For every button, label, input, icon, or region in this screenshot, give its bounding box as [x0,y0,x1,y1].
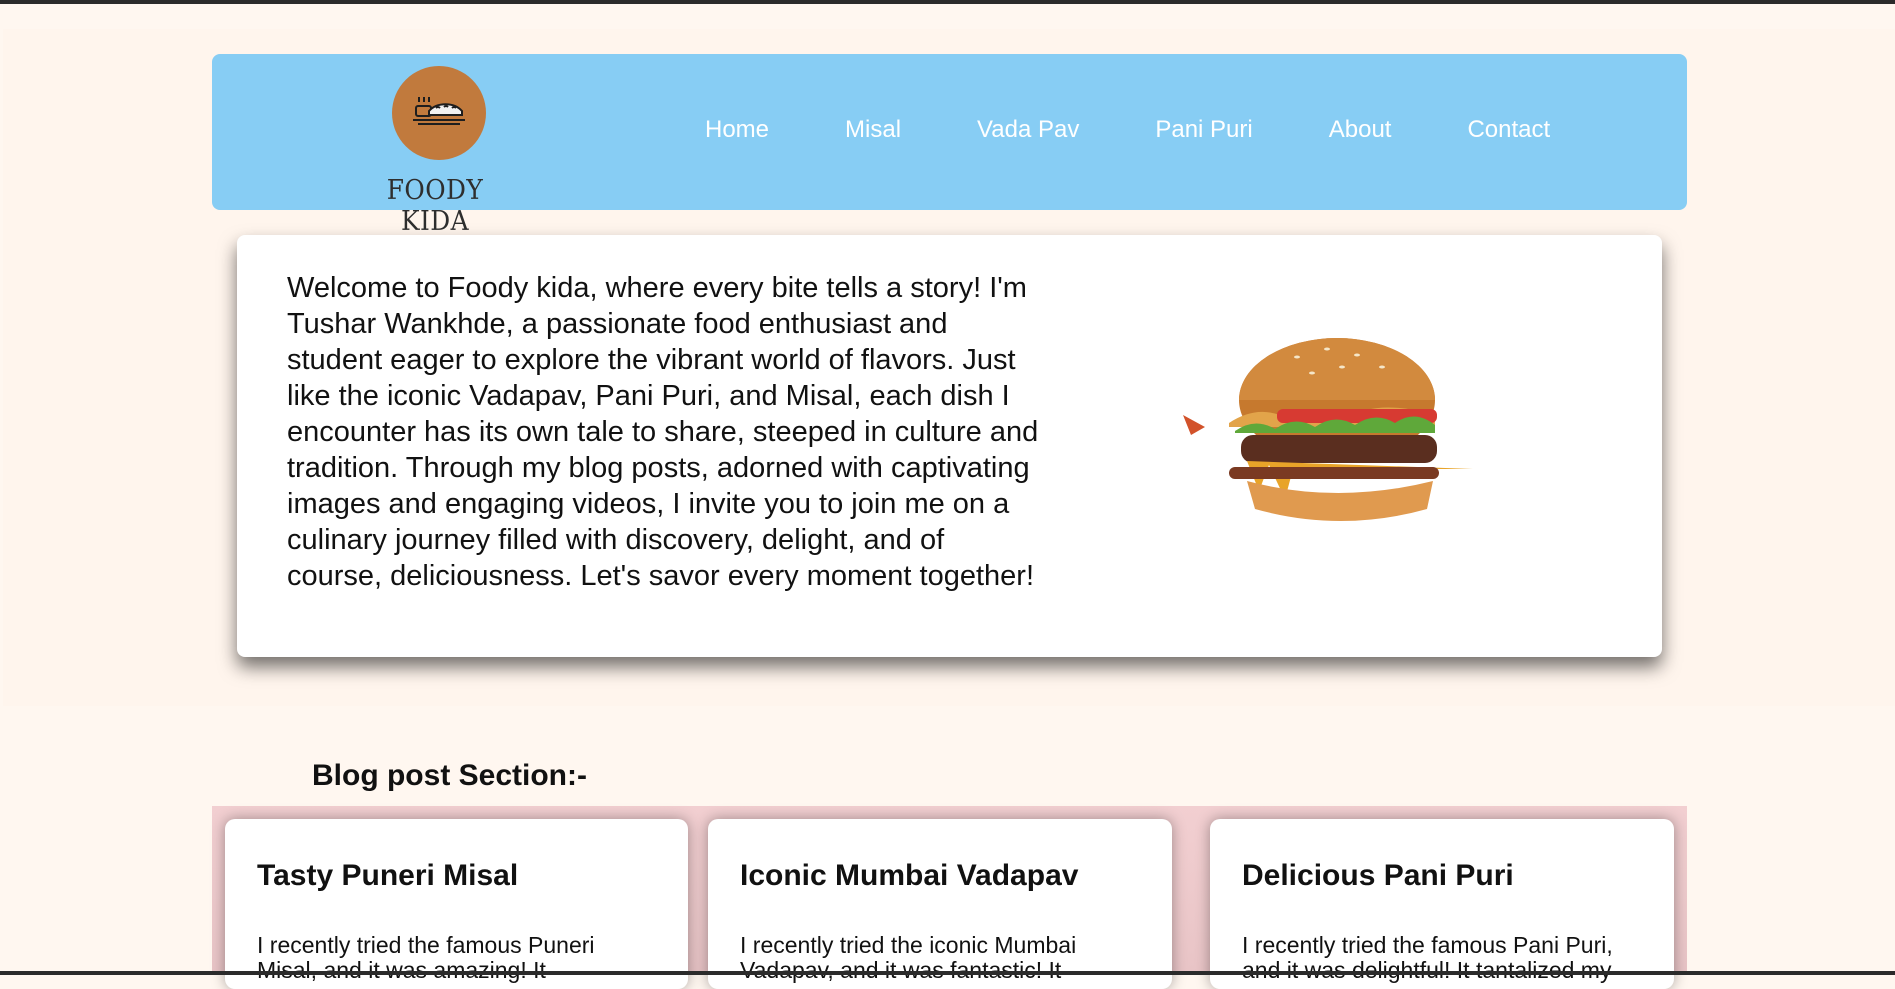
nav-contact[interactable]: Contact [1467,116,1550,144]
brand-name: FOODY KIDA [386,175,484,237]
site-header: FOODY KIDA Home Misal Vada Pav Pani Puri… [212,54,1687,237]
intro-text: Welcome to Foody kida, where every bite … [287,272,1039,592]
blog-card-text: I recently tried the famous Pani Puri, a… [1242,932,1613,983]
blog-card-text: I recently tried the famous Puneri Misal… [257,932,595,983]
intro-card: Welcome to Foody kida, where every bite … [237,235,1662,657]
blog-card-pani-puri[interactable]: Delicious Pani Puri I recently tried the… [1210,819,1674,989]
blog-card-vadapav[interactable]: Iconic Mumbai Vadapav I recently tried t… [708,819,1172,989]
nav-pani-puri[interactable]: Pani Puri [1155,116,1252,144]
blog-card-title: Tasty Puneri Misal [257,859,519,892]
nav-about[interactable]: About [1329,116,1392,144]
burger-image [1183,338,1473,521]
nav-vada-pav[interactable]: Vada Pav [977,116,1079,144]
nav-home[interactable]: Home [705,116,769,144]
blog-card-text: I recently tried the iconic Mumbai Vadap… [740,932,1077,983]
nav-misal[interactable]: Misal [845,116,901,144]
blog-section-title: Blog post Section:- [312,759,587,792]
blog-card-title: Delicious Pani Puri [1242,859,1514,892]
site-logo[interactable]: FOODY KIDA [345,66,525,237]
blog-card-title: Iconic Mumbai Vadapav [740,859,1079,892]
main-nav: Home Misal Vada Pav Pani Puri About Cont… [705,116,1626,144]
window-top-border [0,0,1895,4]
window-bottom-border [0,971,1895,975]
blog-card-misal[interactable]: Tasty Puneri Misal I recently tried the … [225,819,688,989]
logo-badge [392,66,486,160]
sandwich-plate-icon [413,97,465,125]
